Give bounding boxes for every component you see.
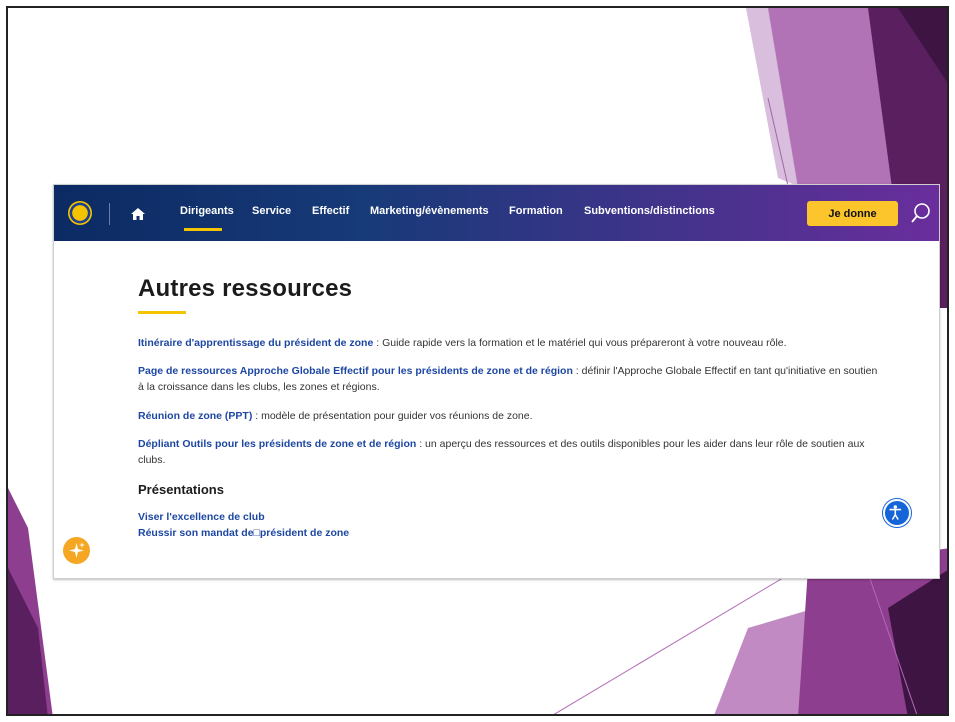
sparkle-icon[interactable]	[63, 537, 90, 564]
resource-item: Itinéraire d'apprentissage du président …	[138, 335, 878, 351]
resource-item: Dépliant Outils pour les présidents de z…	[138, 436, 878, 468]
resource-link[interactable]: Itinéraire d'apprentissage du président …	[138, 337, 373, 349]
nav-item-service[interactable]: Service	[252, 205, 291, 217]
resource-description: : Guide rapide vers la formation et le m…	[373, 337, 787, 349]
resource-item: Réunion de zone (PPT) : modèle de présen…	[138, 408, 878, 424]
top-navigation-bar: Dirigeants Service Effectif Marketing/év…	[54, 185, 939, 241]
home-icon[interactable]	[130, 206, 146, 222]
lions-logo-icon[interactable]	[68, 201, 92, 225]
resource-link[interactable]: Dépliant Outils pour les présidents de z…	[138, 438, 416, 450]
nav-item-subventions[interactable]: Subventions/distinctions	[584, 205, 715, 217]
website-screenshot: Dirigeants Service Effectif Marketing/év…	[53, 184, 940, 579]
nav-item-formation[interactable]: Formation	[509, 205, 563, 217]
nav-item-effectif[interactable]: Effectif	[312, 205, 349, 217]
nav-item-marketing[interactable]: Marketing/évènements	[370, 205, 489, 217]
donate-button[interactable]: Je donne	[807, 201, 898, 226]
accessibility-icon[interactable]	[883, 499, 911, 527]
active-tab-indicator	[184, 228, 222, 231]
slide-frame: Dirigeants Service Effectif Marketing/év…	[6, 6, 949, 716]
search-icon[interactable]	[910, 202, 932, 224]
resource-link[interactable]: Réunion de zone (PPT)	[138, 410, 252, 422]
resource-link[interactable]: Page de ressources Approche Globale Effe…	[138, 365, 573, 377]
presentation-link[interactable]: Réussir son mandat de□président de zone	[138, 527, 349, 539]
resource-item: Page de ressources Approche Globale Effe…	[138, 363, 878, 395]
nav-item-dirigeants[interactable]: Dirigeants	[180, 205, 234, 217]
page-title: Autres ressources	[138, 275, 353, 302]
main-content: Autres ressources Itinéraire d'apprentis…	[138, 275, 898, 539]
presentations-heading: Présentations	[138, 482, 224, 497]
logo-divider	[109, 203, 110, 225]
title-underline	[138, 311, 186, 314]
resource-description: : modèle de présentation pour guider vos…	[252, 410, 533, 422]
presentation-link[interactable]: Viser l'excellence de club	[138, 511, 265, 523]
